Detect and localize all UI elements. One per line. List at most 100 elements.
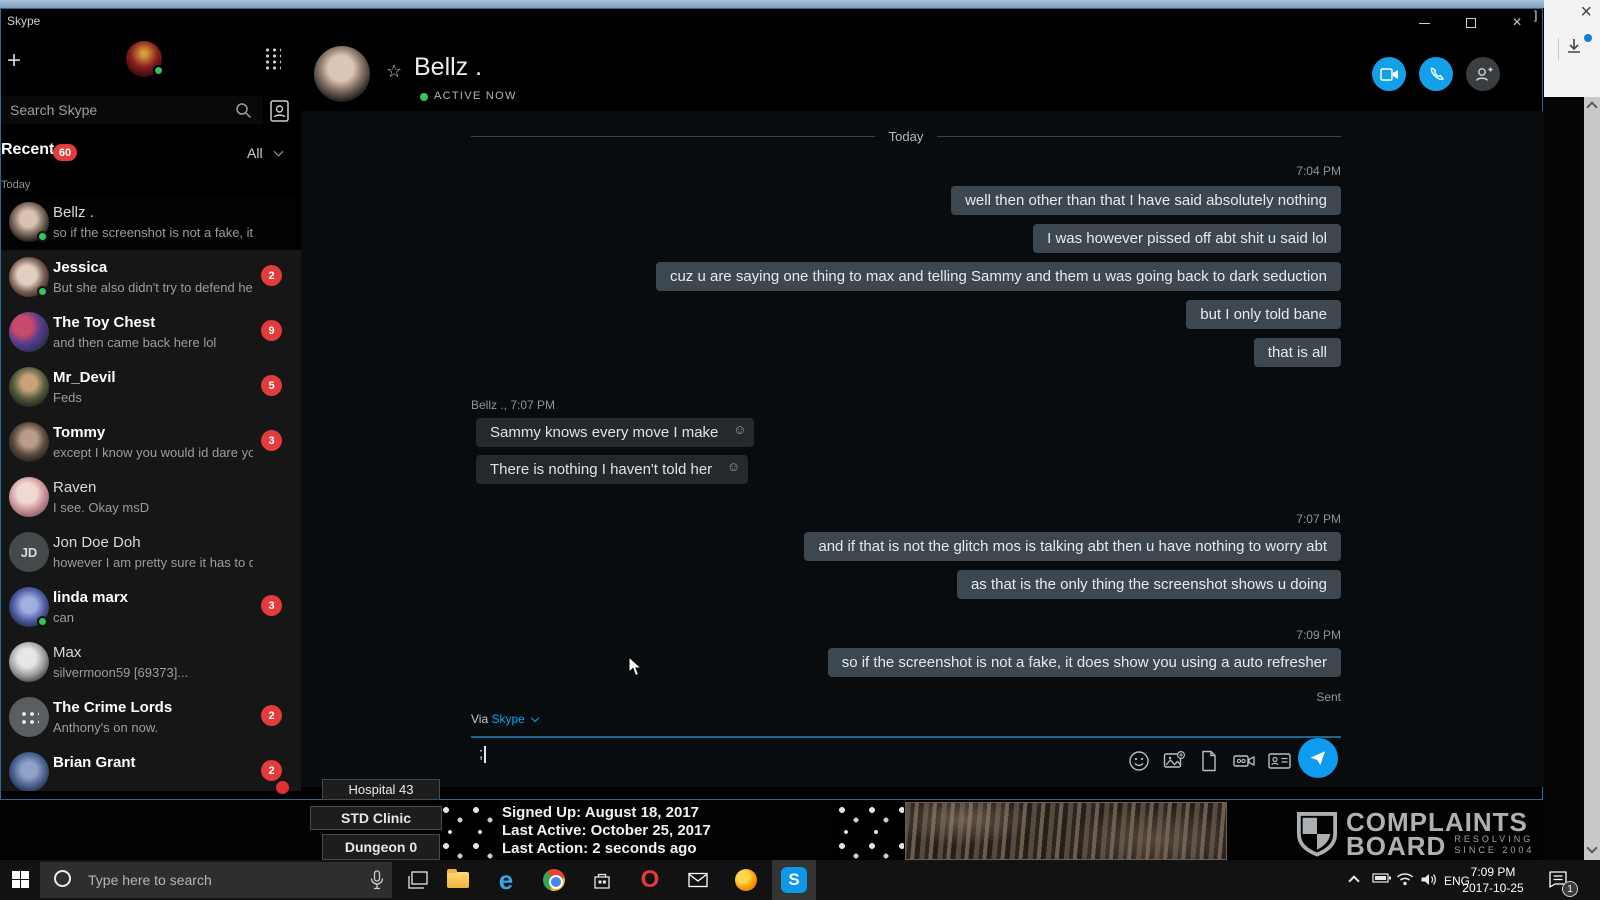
conversation-name: Bellz .: [53, 204, 94, 221]
speaker-icon[interactable]: [1420, 872, 1438, 887]
unread-below-indicator[interactable]: [276, 781, 289, 794]
conversation-raven[interactable]: Raven I see. Okay msD: [1, 470, 301, 525]
tray-expand-icon[interactable]: [1348, 875, 1359, 886]
browser-scrollbar[interactable]: [1584, 97, 1600, 860]
contacts-icon[interactable]: [269, 99, 291, 123]
divider: [1558, 38, 1559, 60]
cortana-icon[interactable]: [54, 870, 71, 887]
conversation-name: Mr_Devil: [53, 369, 116, 386]
video-message-icon[interactable]: [1232, 749, 1256, 773]
message-timestamp: 7:07 PM: [1296, 512, 1341, 526]
section-label: Today: [1, 179, 30, 191]
online-dot: [37, 231, 48, 242]
chat-partner-name: Bellz .: [414, 53, 482, 82]
chevron-down-icon[interactable]: [274, 147, 284, 157]
dialpad-icon[interactable]: [264, 47, 281, 70]
store-button[interactable]: [580, 860, 624, 900]
wifi-icon[interactable]: [1396, 872, 1414, 886]
scroll-down-icon[interactable]: [1586, 842, 1597, 853]
chevron-down-icon[interactable]: [531, 714, 539, 722]
battery-icon[interactable]: [1372, 872, 1392, 884]
outgoing-message[interactable]: as that is the only thing the screenshot…: [957, 570, 1341, 599]
firefox-button[interactable]: [724, 860, 768, 900]
message-timestamp: 7:09 PM: [1296, 628, 1341, 642]
opera-button[interactable]: O: [628, 860, 672, 900]
contact-card-icon[interactable]: [1267, 749, 1291, 773]
taskbar-clock[interactable]: 7:09 PM 2017-10-25: [1455, 864, 1531, 896]
download-icon[interactable]: [1566, 38, 1582, 54]
conversation-jon-doe-doh[interactable]: JD Jon Doe Doh however I am pretty sure …: [1, 525, 301, 580]
avatar: [9, 367, 49, 407]
send-file-icon[interactable]: [1197, 749, 1221, 773]
edge-button[interactable]: e: [484, 860, 528, 900]
search-icon[interactable]: [235, 102, 252, 119]
browser-close-icon[interactable]: ×: [1580, 2, 1592, 22]
chat-partner-avatar[interactable]: [314, 46, 370, 102]
maximize-button[interactable]: [1456, 13, 1486, 33]
start-button[interactable]: [12, 871, 30, 889]
skype-icon: S: [781, 867, 807, 893]
page-button-dungeon[interactable]: Dungeon 0: [322, 834, 440, 860]
page-button-hospital[interactable]: Hospital 43: [322, 779, 440, 800]
smiley-reaction-icon[interactable]: ☺: [727, 458, 740, 475]
conversation-max[interactable]: Max silvermoon59 [69373]...: [1, 635, 301, 690]
emoji-icon[interactable]: [1127, 749, 1151, 773]
minimize-button[interactable]: [1409, 13, 1439, 33]
outgoing-message[interactable]: cuz u are saying one thing to max and te…: [656, 262, 1341, 291]
via-selector[interactable]: Via Skype: [471, 712, 538, 726]
clock-date: 2017-10-25: [1455, 880, 1531, 896]
video-call-button[interactable]: [1372, 57, 1406, 91]
notification-count-badge: 1: [1562, 881, 1578, 897]
outgoing-message[interactable]: so if the screenshot is not a fake, it d…: [828, 648, 1341, 677]
conversation-mr-devil[interactable]: Mr_Devil Feds 5: [1, 360, 301, 415]
outgoing-message[interactable]: I was however pissed off abt shit u said…: [1033, 224, 1341, 253]
chrome-icon: [543, 869, 565, 891]
scroll-up-icon[interactable]: [1586, 101, 1597, 112]
compose-input[interactable]: ;: [479, 745, 486, 763]
close-button[interactable]: ×: [1502, 13, 1532, 33]
opera-icon: O: [641, 866, 660, 894]
taskbar-search-input[interactable]: [86, 862, 346, 898]
send-image-icon[interactable]: [1162, 749, 1186, 773]
conversation-preview: silvermoon59 [69373]...: [53, 665, 188, 680]
conversation-name: Jessica: [53, 259, 107, 276]
voice-call-button[interactable]: [1419, 57, 1453, 91]
taskbar-search[interactable]: [40, 862, 392, 898]
conversation-tommy[interactable]: Tommy except I know you would id dare yo…: [1, 415, 301, 470]
chrome-button[interactable]: [532, 860, 576, 900]
add-person-button[interactable]: [1466, 57, 1500, 91]
conversation-toy-chest[interactable]: The Toy Chest and then came back here lo…: [1, 305, 301, 360]
smiley-reaction-icon[interactable]: ☺: [733, 421, 746, 438]
outgoing-message[interactable]: well then other than that I have said ab…: [951, 186, 1341, 215]
via-channel[interactable]: Skype: [491, 712, 524, 726]
mail-button[interactable]: [676, 860, 720, 900]
new-chat-icon[interactable]: +: [7, 47, 21, 75]
unread-badge: 9: [261, 320, 282, 341]
profile-stats: Signed Up: August 18, 2017 Last Active: …: [502, 804, 711, 858]
search-input[interactable]: [1, 96, 263, 124]
page-button-std-clinic[interactable]: STD Clinic: [310, 806, 442, 830]
filter-dropdown[interactable]: All: [247, 145, 263, 161]
conversation-brian-grant[interactable]: Brian Grant 2: [1, 745, 301, 791]
active-status-label: ACTIVE NOW: [434, 90, 517, 102]
conversation-bellz[interactable]: Bellz . so if the screenshot is not a fa…: [1, 195, 301, 250]
active-status-dot: [420, 93, 428, 101]
incoming-message[interactable]: There is nothing I haven't told her☺: [476, 455, 748, 484]
file-explorer-button[interactable]: [436, 860, 480, 900]
favorite-star-icon[interactable]: ☆: [386, 61, 402, 82]
outgoing-message[interactable]: that is all: [1254, 338, 1341, 367]
conversation-crime-lords[interactable]: The Crime Lords Anthony's on now. 2: [1, 690, 301, 745]
text-caret: [484, 746, 486, 763]
recent-unread-badge: 60: [53, 144, 77, 161]
task-view-button[interactable]: [396, 860, 440, 900]
skype-button-active[interactable]: S: [772, 860, 816, 900]
incoming-message[interactable]: Sammy knows every move I make☺: [476, 418, 754, 447]
microphone-icon[interactable]: [370, 870, 384, 890]
conversation-linda-marx[interactable]: linda marx can 3: [1, 580, 301, 635]
conversation-preview: so if the screenshot is not a fake, it d…: [53, 225, 253, 240]
outgoing-message[interactable]: but I only told bane: [1186, 300, 1341, 329]
send-button[interactable]: [1298, 738, 1338, 778]
outgoing-message[interactable]: and if that is not the glitch mos is tal…: [804, 532, 1341, 561]
conversation-jessica[interactable]: Jessica But she also didn't try to defen…: [1, 250, 301, 305]
taskbar: e O S ENG 7:09 PM 2017-10-25 1: [0, 860, 1600, 900]
